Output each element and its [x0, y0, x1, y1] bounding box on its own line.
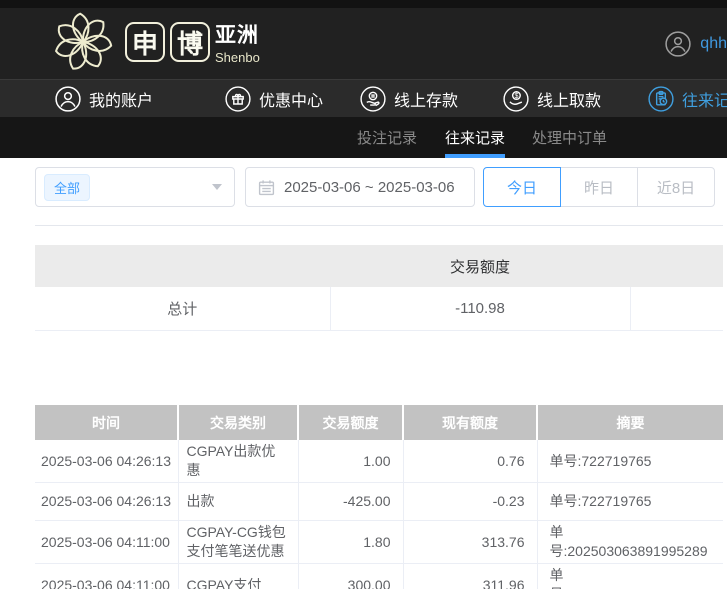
- date-range-value: 2025-03-06 ~ 2025-03-06: [284, 178, 455, 196]
- filter-divider: [35, 225, 723, 226]
- today-button[interactable]: 今日: [483, 167, 561, 207]
- cell-time: 2025-03-06 04:11:00: [35, 563, 179, 589]
- records-icon: [648, 85, 674, 112]
- tab-betting-records[interactable]: 投注记录: [357, 117, 417, 158]
- cell-amount: -425.00: [298, 482, 404, 521]
- site-logo[interactable]: 申 博 亚洲 Shenbo: [52, 11, 260, 73]
- nav-item-records[interactable]: 往来记录: [648, 80, 727, 117]
- gift-icon: [225, 85, 251, 112]
- svg-text:$: $: [514, 92, 518, 99]
- nav-item-my-account[interactable]: 我的账户: [55, 80, 153, 117]
- cell-memo: 单号:202503063891995289: [537, 520, 723, 564]
- calendar-icon: [258, 179, 275, 195]
- nav-item-label: 优惠中心: [259, 92, 324, 110]
- cell-memo: 单号:722719765: [537, 440, 723, 483]
- user-icon: [665, 30, 691, 57]
- tab-transaction-records[interactable]: 往来记录: [445, 117, 506, 158]
- summary-total-label: 总计: [35, 287, 331, 331]
- tab-label: 往来记录: [445, 130, 506, 147]
- cell-type: CGPAY出款优惠: [178, 440, 299, 483]
- summary-table: 交易额度 总计 -110.98: [35, 245, 723, 331]
- cell-balance: 313.76: [403, 520, 538, 564]
- cell-type: CGPAY-CG钱包支付笔笔送优惠: [178, 520, 299, 564]
- content-area: 全部 2025-03-06 ~ 2025-03-06 今日 昨日 近8日 交易额…: [0, 158, 727, 589]
- nav-item-label: 我的账户: [89, 92, 154, 110]
- cell-type: CGPAY支付: [178, 563, 299, 589]
- cell-amount: 1.80: [298, 520, 404, 564]
- cell-time: 2025-03-06 04:26:13: [35, 440, 179, 483]
- nav-item-deposit[interactable]: 线上存款: [360, 80, 458, 117]
- tab-processing-orders[interactable]: 处理中订单: [532, 117, 607, 158]
- cell-balance: 311.96: [403, 563, 538, 589]
- cell-memo: 单号:722719765: [537, 482, 723, 521]
- nav-item-promotions[interactable]: 优惠中心: [225, 80, 323, 117]
- logo-region-label: 亚洲: [215, 24, 259, 47]
- transaction-type-select[interactable]: 全部: [35, 167, 235, 207]
- site-header: 申 博 亚洲 Shenbo qhh: [0, 8, 727, 79]
- transactions-header-row: 时间 交易类别 交易额度 现有额度 摘要: [35, 405, 723, 440]
- selected-type-tag: 全部: [44, 173, 91, 201]
- col-time: 时间: [35, 405, 179, 440]
- tab-label: 投注记录: [357, 130, 418, 147]
- nav-item-withdraw[interactable]: $ 线上取款: [503, 80, 601, 117]
- cell-time: 2025-03-06 04:11:00: [35, 520, 179, 564]
- username-label: qhh: [700, 34, 727, 52]
- logo-char-shen: 申: [125, 22, 165, 62]
- summary-total-value: -110.98: [330, 287, 631, 331]
- withdraw-icon: $: [503, 85, 529, 112]
- summary-total-row: 总计 -110.98: [35, 287, 723, 331]
- account-icon: [55, 85, 81, 112]
- flower-logo-icon: [54, 12, 113, 70]
- deposit-icon: [360, 85, 386, 112]
- records-sub-nav: 投注记录 往来记录 处理中订单: [0, 117, 727, 158]
- nav-item-label: 线上取款: [537, 92, 602, 110]
- caret-down-icon: [212, 184, 222, 190]
- user-menu[interactable]: qhh: [665, 8, 727, 79]
- date-range-picker[interactable]: 2025-03-06 ~ 2025-03-06: [245, 167, 475, 207]
- cell-amount: 1.00: [298, 440, 404, 483]
- col-amount: 交易额度: [298, 405, 404, 440]
- transactions-table: 时间 交易类别 交易额度 现有额度 摘要 2025-03-06 04:26:13…: [35, 405, 723, 589]
- logo-brand-label: Shenbo: [215, 50, 260, 65]
- tab-label: 处理中订单: [532, 130, 608, 147]
- cell-type: 出款: [178, 482, 299, 521]
- cell-amount: 300.00: [298, 563, 404, 589]
- cell-memo: 单号:202503063891995289: [537, 563, 723, 589]
- quick-date-buttons: 今日 昨日 近8日: [483, 167, 715, 207]
- summary-header-row: 交易额度: [35, 245, 723, 287]
- table-row: 2025-03-06 04:26:13 CGPAY出款优惠 1.00 0.76 …: [35, 440, 723, 483]
- summary-amount-header: 交易额度: [330, 245, 630, 287]
- table-row: 2025-03-06 04:11:00 CGPAY支付 300.00 311.9…: [35, 563, 723, 589]
- last-8-days-button[interactable]: 近8日: [637, 167, 715, 207]
- main-nav: 我的账户 优惠中心 线上存款 $ 线上取款 往来记: [0, 79, 727, 117]
- top-strip: [0, 0, 727, 8]
- nav-item-label: 往来记录: [682, 92, 727, 110]
- table-row: 2025-03-06 04:11:00 CGPAY-CG钱包支付笔笔送优惠 1.…: [35, 520, 723, 564]
- logo-char-bo: 博: [170, 22, 210, 62]
- col-type: 交易类别: [178, 405, 299, 440]
- cell-balance: 0.76: [403, 440, 538, 483]
- table-row: 2025-03-06 04:26:13 出款 -425.00 -0.23 单号:…: [35, 482, 723, 521]
- cell-time: 2025-03-06 04:26:13: [35, 482, 179, 521]
- col-memo: 摘要: [537, 405, 723, 440]
- nav-item-label: 线上存款: [394, 92, 459, 110]
- yesterday-button[interactable]: 昨日: [560, 167, 638, 207]
- col-balance: 现有额度: [403, 405, 538, 440]
- cell-balance: -0.23: [403, 482, 538, 521]
